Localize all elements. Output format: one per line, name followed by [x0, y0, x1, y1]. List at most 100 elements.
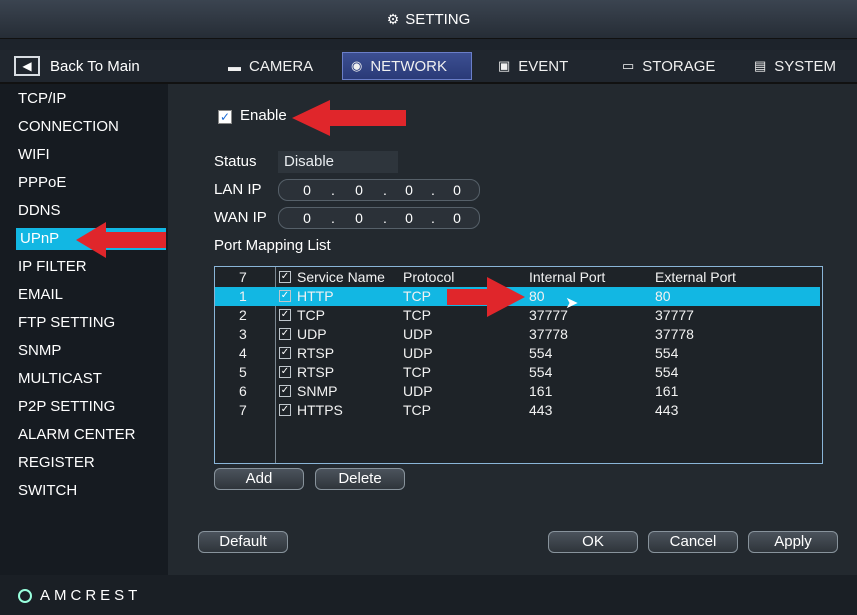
sidebar-item-connection[interactable]: CONNECTION: [18, 116, 168, 138]
row-external-port: 37777: [655, 307, 694, 323]
row-external-port: 161: [655, 383, 679, 399]
wan-ip-octet-2: 0: [355, 210, 363, 226]
row-protocol: TCP: [403, 307, 431, 323]
row-protocol: TCP: [403, 288, 431, 304]
row-service: HTTP: [297, 288, 334, 304]
header-external-port: External Port: [655, 269, 736, 285]
row-protocol: TCP: [403, 364, 431, 380]
lan-ip-field[interactable]: 0 . 0 . 0 . 0: [278, 179, 480, 201]
sidebar-item-ftp-setting[interactable]: FTP SETTING: [18, 312, 168, 334]
row-service: UDP: [297, 326, 327, 342]
row-external-port: 443: [655, 402, 679, 418]
row-index: 7: [239, 402, 247, 418]
globe-icon: ◉: [351, 58, 363, 73]
delete-button[interactable]: Delete: [315, 468, 405, 490]
row-internal-port: 443: [529, 402, 553, 418]
header-internal-port: Internal Port: [529, 269, 606, 285]
red-arrow-icon: [447, 277, 525, 317]
row-internal-port: 80: [529, 288, 545, 304]
tab-event[interactable]: ▣ EVENT: [490, 52, 576, 80]
sidebar-item-alarm-center[interactable]: ALARM CENTER: [18, 424, 168, 446]
status-label: Status: [214, 153, 257, 170]
back-to-main-label: Back To Main: [50, 57, 140, 75]
title-bar: ⚙ SETTING: [0, 0, 857, 39]
row-index: 6: [239, 383, 247, 399]
row-external-port: 554: [655, 364, 679, 380]
row-internal-port: 554: [529, 345, 553, 361]
brand-name: AMCREST: [40, 587, 142, 604]
row-checkbox[interactable]: ✓: [279, 290, 291, 302]
wan-ip-field[interactable]: 0 . 0 . 0 . 0: [278, 207, 480, 229]
tab-camera[interactable]: ▬ CAMERA: [220, 52, 321, 80]
sidebar-item-wifi[interactable]: WIFI: [18, 144, 168, 166]
sidebar: TCP/IP CONNECTION WIFI PPPoE DDNS UPnP I…: [0, 84, 168, 575]
row-index: 3: [239, 326, 247, 342]
tab-event-label: EVENT: [518, 57, 569, 75]
enable-checkbox[interactable]: ✓: [218, 110, 232, 124]
row-checkbox[interactable]: ✓: [279, 404, 291, 416]
ok-button[interactable]: OK: [548, 531, 638, 553]
row-checkbox[interactable]: ✓: [279, 385, 291, 397]
lan-ip-octet-2: 0: [355, 182, 363, 198]
row-internal-port: 554: [529, 364, 553, 380]
table-row[interactable]: 5 ✓ RTSP TCP 554 554: [215, 363, 820, 382]
wan-ip-octet-1: 0: [303, 210, 311, 226]
enable-label: Enable: [240, 107, 287, 124]
port-mapping-label: Port Mapping List: [214, 237, 331, 254]
tab-network[interactable]: ◉ NETWORK: [342, 52, 472, 80]
sidebar-item-tcpip[interactable]: TCP/IP: [18, 88, 168, 110]
row-protocol: UDP: [403, 345, 433, 361]
row-checkbox[interactable]: ✓: [279, 309, 291, 321]
row-service: HTTPS: [297, 402, 343, 418]
row-internal-port: 37778: [529, 326, 568, 342]
table-row[interactable]: 4 ✓ RTSP UDP 554 554: [215, 344, 820, 363]
sidebar-item-register[interactable]: REGISTER: [18, 452, 168, 474]
row-index: 1: [239, 288, 247, 304]
lan-ip-octet-4: 0: [453, 182, 461, 198]
red-arrow-icon: [76, 222, 166, 258]
row-internal-port: 161: [529, 383, 553, 399]
upnp-panel: ✓ Enable Status Disable LAN IP 0 . 0 . 0…: [168, 84, 857, 575]
lan-ip-octet-1: 0: [303, 182, 311, 198]
storage-icon: ▭: [622, 58, 635, 73]
header-service-name: Service Name: [297, 269, 385, 285]
row-checkbox[interactable]: ✓: [279, 328, 291, 340]
tab-system-label: SYSTEM: [774, 57, 836, 75]
sidebar-item-pppoe[interactable]: PPPoE: [18, 172, 168, 194]
tab-system[interactable]: ▤ SYSTEM: [746, 52, 844, 80]
mouse-cursor-icon: ➤: [565, 295, 579, 312]
table-row[interactable]: 3 ✓ UDP UDP 37778 37778: [215, 325, 820, 344]
table-row[interactable]: 7 ✓ HTTPS TCP 443 443: [215, 401, 820, 420]
lan-ip-octet-3: 0: [405, 182, 413, 198]
wan-ip-label: WAN IP: [214, 209, 267, 226]
back-to-main-button[interactable]: ◀ Back To Main: [14, 53, 140, 79]
status-value: Disable: [278, 151, 398, 173]
wan-ip-octet-3: 0: [405, 210, 413, 226]
sidebar-item-switch[interactable]: SWITCH: [18, 480, 168, 502]
row-checkbox[interactable]: ✓: [279, 366, 291, 378]
lan-ip-label: LAN IP: [214, 181, 262, 198]
row-service: SNMP: [297, 383, 338, 399]
event-icon: ▣: [498, 58, 511, 73]
table-row[interactable]: 6 ✓ SNMP UDP 161 161: [215, 382, 820, 401]
cancel-button[interactable]: Cancel: [648, 531, 738, 553]
sidebar-item-email[interactable]: EMAIL: [18, 284, 168, 306]
sidebar-item-ddns[interactable]: DDNS: [18, 200, 168, 222]
port-mapping-table: 7 ✓ Service Name Protocol Internal Port …: [214, 266, 823, 464]
tab-storage[interactable]: ▭ STORAGE: [614, 52, 723, 80]
apply-button[interactable]: Apply: [748, 531, 838, 553]
add-button[interactable]: Add: [214, 468, 304, 490]
camera-icon: ▬: [228, 58, 241, 74]
sidebar-item-snmp[interactable]: SNMP: [18, 340, 168, 362]
sidebar-item-p2p-setting[interactable]: P2P SETTING: [18, 396, 168, 418]
system-icon: ▤: [754, 58, 767, 73]
red-arrow-icon: [292, 100, 406, 136]
select-all-checkbox[interactable]: ✓: [279, 271, 291, 283]
row-protocol: UDP: [403, 383, 433, 399]
row-service: RTSP: [297, 345, 335, 361]
back-arrow-icon: ◀: [14, 56, 40, 76]
row-checkbox[interactable]: ✓: [279, 347, 291, 359]
row-protocol: TCP: [403, 402, 431, 418]
sidebar-item-multicast[interactable]: MULTICAST: [18, 368, 168, 390]
default-button[interactable]: Default: [198, 531, 288, 553]
